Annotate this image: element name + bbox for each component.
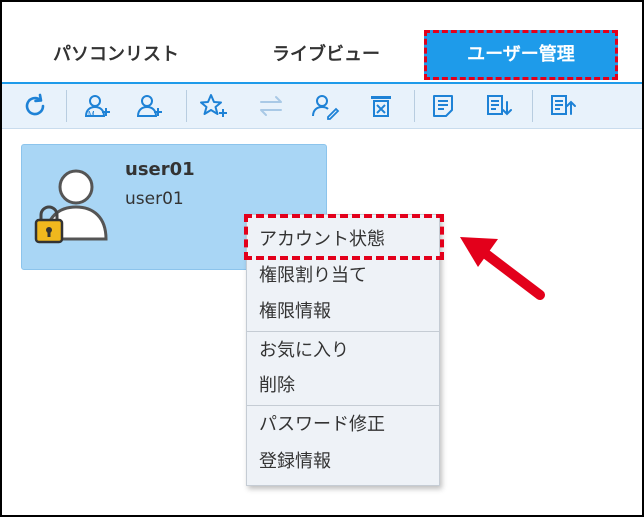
add-favorite-button[interactable]: [196, 90, 230, 122]
add-pc-user-button[interactable]: M: [80, 90, 114, 122]
menu-item-change-password[interactable]: パスワード修正: [247, 408, 439, 442]
import-icon: [487, 95, 512, 116]
toolbar-separator: [186, 90, 187, 122]
sync-button[interactable]: [254, 90, 288, 122]
tab-live-view[interactable]: ライブビュー: [246, 32, 406, 78]
export-button[interactable]: [546, 90, 580, 122]
sync-icon: [260, 96, 282, 116]
tab-pc-list[interactable]: パソコンリスト: [36, 32, 196, 78]
delete-button[interactable]: [364, 90, 398, 122]
add-favorite-icon: [200, 94, 227, 117]
menu-item-permission-info[interactable]: 権限情報: [247, 295, 439, 329]
menu-item-assign-permissions[interactable]: 権限割り当て: [247, 259, 439, 293]
add-user-icon: [136, 95, 162, 117]
refresh-icon: [25, 93, 45, 116]
add-user-button[interactable]: [132, 90, 166, 122]
toolbar-separator: [414, 90, 415, 122]
toolbar-separator: [532, 90, 533, 122]
toolbar-separator: [66, 90, 67, 122]
list-icon: [433, 95, 453, 117]
tab-user-management[interactable]: ユーザー管理: [424, 30, 618, 80]
import-button[interactable]: [482, 90, 516, 122]
menu-separator: [247, 405, 439, 406]
menu-item-favorite[interactable]: お気に入り: [247, 334, 439, 368]
tab-bar: パソコンリスト ライブビュー ユーザー管理: [2, 2, 642, 84]
delete-icon: [371, 96, 391, 117]
export-icon: [551, 95, 576, 115]
menu-item-registration-info[interactable]: 登録情報: [247, 445, 439, 479]
edit-user-icon: [312, 95, 340, 120]
edit-user-button[interactable]: [308, 90, 342, 122]
app-window: パソコンリスト ライブビュー ユーザー管理 M user01 user01 アカ…: [0, 0, 644, 517]
svg-text:M: M: [88, 110, 95, 119]
user-name: user01: [125, 159, 195, 180]
user-id: user01: [125, 189, 184, 209]
locked-user-icon: [34, 169, 108, 244]
add-pc-user-icon: M: [84, 95, 110, 119]
avatar: [32, 161, 118, 251]
refresh-button[interactable]: [18, 90, 52, 122]
menu-item-delete[interactable]: 削除: [247, 369, 439, 403]
highlight-box: [244, 214, 444, 260]
pointer-arrow-icon: [460, 237, 545, 300]
menu-separator: [247, 331, 439, 332]
toolbar: M: [2, 84, 642, 129]
list-button[interactable]: [426, 90, 460, 122]
